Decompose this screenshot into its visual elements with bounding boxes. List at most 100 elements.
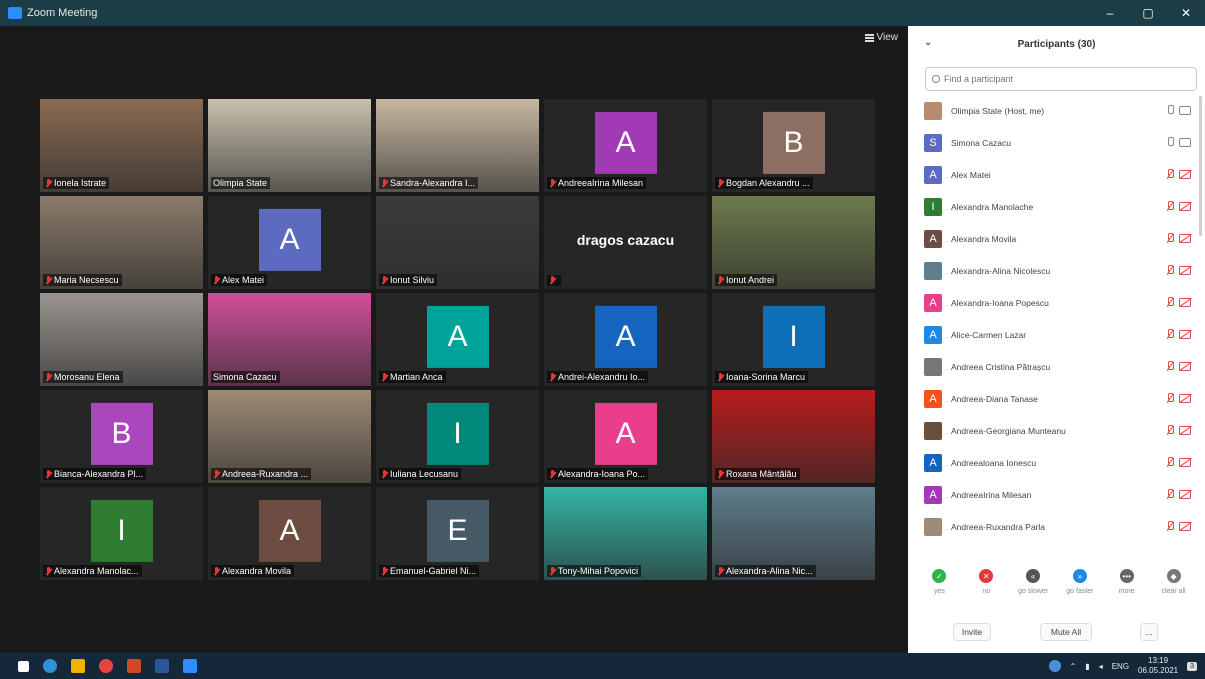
video-tile[interactable]: A AndreeaIrina Milesan (544, 99, 707, 192)
participant-row[interactable]: Andreea-Ruxandra Parla (908, 511, 1205, 543)
collapse-icon[interactable]: ⌄ (924, 37, 932, 48)
word-icon[interactable] (155, 659, 169, 673)
participant-row[interactable]: Olimpia State (Host, me) (908, 95, 1205, 127)
volume-icon[interactable]: ◂ (1099, 662, 1103, 671)
camera-off-icon[interactable] (1179, 298, 1191, 307)
close-button[interactable]: ✕ (1167, 0, 1205, 26)
video-tile[interactable]: Tony-Mihai Popovici (544, 487, 707, 580)
mic-muted-icon[interactable] (1166, 169, 1174, 180)
mic-muted-icon[interactable] (1166, 393, 1174, 404)
camera-off-icon[interactable] (1179, 234, 1191, 243)
camera-off-icon[interactable] (1179, 522, 1191, 531)
mic-muted-icon[interactable] (1166, 425, 1174, 436)
camera-off-icon[interactable] (1179, 394, 1191, 403)
camera-off-icon[interactable] (1179, 458, 1191, 467)
more-options-button[interactable]: ... (1140, 623, 1158, 641)
video-tile[interactable]: Sandra-Alexandra I... (376, 99, 539, 192)
video-tile[interactable]: I Iuliana Lecusanu (376, 390, 539, 483)
mic-muted-icon[interactable] (1166, 457, 1174, 468)
video-tile[interactable]: Morosanu Elena (40, 293, 203, 386)
reaction-go-slower-button[interactable]: « go slower (1013, 569, 1053, 609)
video-tile[interactable]: A Alexandra-Ioana Po... (544, 390, 707, 483)
clock[interactable]: 13:19 06.05.2021 (1138, 656, 1178, 676)
powerpoint-icon[interactable] (127, 659, 141, 673)
camera-off-icon[interactable] (1179, 202, 1191, 211)
video-tile[interactable]: B Bianca-Alexandra Pl... (40, 390, 203, 483)
participant-search[interactable] (925, 67, 1197, 91)
mic-muted-icon[interactable] (1166, 265, 1174, 276)
zoom-taskbar-icon[interactable] (183, 659, 197, 673)
video-tile[interactable]: I Ioana-Sorina Marcu (712, 293, 875, 386)
video-tile[interactable]: dragos cazacu (544, 196, 707, 289)
video-tile[interactable]: Andreea-Ruxandra ... (208, 390, 371, 483)
search-input[interactable] (944, 74, 1184, 84)
mic-icon[interactable] (1166, 105, 1174, 116)
video-tile[interactable]: A Martian Anca (376, 293, 539, 386)
participant-row[interactable]: A Alexandra-Ioana Popescu (908, 287, 1205, 319)
camera-off-icon[interactable] (1179, 266, 1191, 275)
video-tile[interactable]: Ionut Andrei (712, 196, 875, 289)
participant-row[interactable]: S Simona Cazacu (908, 127, 1205, 159)
chevron-up-icon[interactable]: ⌃ (1070, 662, 1077, 671)
mic-muted-icon[interactable] (1166, 201, 1174, 212)
edge-icon[interactable] (43, 659, 57, 673)
participant-row[interactable]: A AndreeaIrina Milesan (908, 479, 1205, 511)
camera-icon[interactable] (1179, 106, 1191, 115)
help-icon[interactable] (1048, 660, 1061, 672)
chrome-icon[interactable] (99, 659, 113, 673)
video-tile[interactable]: A Alexandra Movila (208, 487, 371, 580)
participant-row[interactable]: A Alice-Carmen Lazar (908, 319, 1205, 351)
mic-muted-icon[interactable] (1166, 521, 1174, 532)
video-tile[interactable]: Ionut Silviu (376, 196, 539, 289)
video-tile[interactable]: A Alex Matei (208, 196, 371, 289)
mic-muted-icon[interactable] (1166, 361, 1174, 372)
camera-off-icon[interactable] (1179, 330, 1191, 339)
video-tile[interactable]: B Bogdan Alexandru ... (712, 99, 875, 192)
video-tile[interactable]: I Alexandra Manolac... (40, 487, 203, 580)
mic-icon[interactable] (1166, 137, 1174, 148)
reaction-go-faster-button[interactable]: » go faster (1060, 569, 1100, 609)
video-tile[interactable]: Ionela Istrate (40, 99, 203, 192)
notifications-icon[interactable]: 3 (1187, 661, 1197, 671)
participant-list-scrollbar[interactable] (1199, 96, 1202, 236)
video-tile[interactable]: E Emanuel-Gabriel Ni... (376, 487, 539, 580)
video-tile[interactable]: Maria Necsescu (40, 196, 203, 289)
participant-list[interactable]: Olimpia State (Host, me) S Simona Cazacu A A… (908, 95, 1205, 550)
windows-start-icon[interactable] (18, 660, 29, 672)
video-tile[interactable]: Roxana Mântălău (712, 390, 875, 483)
file-explorer-icon[interactable] (71, 659, 85, 673)
reaction-no-button[interactable]: ✕ no (966, 569, 1006, 609)
maximize-button[interactable]: ▢ (1129, 0, 1167, 26)
camera-off-icon[interactable] (1179, 362, 1191, 371)
language-indicator[interactable]: ENG (1112, 662, 1129, 671)
participant-row[interactable]: A Andreea-Diana Tanase (908, 383, 1205, 415)
mic-muted-icon[interactable] (1166, 489, 1174, 500)
participant-row[interactable]: A Andreealoana Ionescu (908, 447, 1205, 479)
camera-off-icon[interactable] (1179, 170, 1191, 179)
participant-row[interactable]: A Alexandra Movila (908, 223, 1205, 255)
participant-row[interactable]: Alexandra-Alina Nicolescu (908, 255, 1205, 287)
mute-all-button[interactable]: Mute All (1040, 623, 1092, 641)
minimize-button[interactable]: – (1091, 0, 1129, 26)
camera-off-icon[interactable] (1179, 426, 1191, 435)
video-tile[interactable]: Simona Cazacu (208, 293, 371, 386)
camera-off-icon[interactable] (1179, 490, 1191, 499)
invite-button[interactable]: Invite (953, 623, 991, 641)
reaction-more-button[interactable]: ••• more (1107, 569, 1147, 609)
mic-muted-icon[interactable] (1166, 297, 1174, 308)
video-tile[interactable]: Alexandra-Alina Nic... (712, 487, 875, 580)
participant-row[interactable]: I Alexandra Manolache (908, 191, 1205, 223)
participant-row[interactable]: Andreea Cristina Pătrașcu (908, 351, 1205, 383)
video-tile[interactable]: A Andrei-Alexandru Io... (544, 293, 707, 386)
reaction-clear-all-button[interactable]: ◆ clear all (1154, 569, 1194, 609)
camera-icon[interactable] (1179, 138, 1191, 147)
participant-row[interactable]: Andreea-Georgiana Munteanu (908, 415, 1205, 447)
video-tile[interactable]: Olimpia State (208, 99, 371, 192)
view-button[interactable]: View (864, 32, 898, 43)
reaction-yes-button[interactable]: ✓ yes (919, 569, 959, 609)
mic-muted-icon[interactable] (1166, 233, 1174, 244)
mic-muted-icon[interactable] (1166, 329, 1174, 340)
network-icon[interactable]: ▮ (1085, 662, 1089, 671)
participant-row[interactable]: A Alex Matei (908, 159, 1205, 191)
reaction-icon: « (1026, 569, 1041, 583)
